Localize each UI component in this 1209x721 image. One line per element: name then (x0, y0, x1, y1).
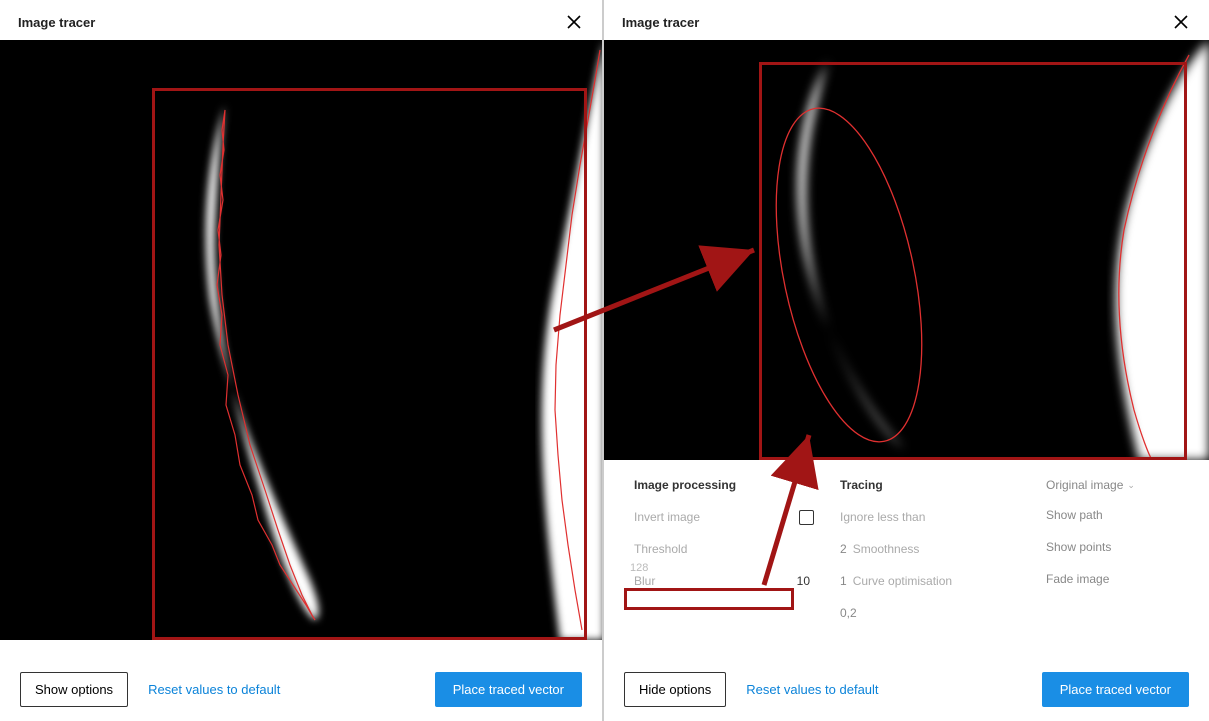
close-button-left[interactable] (564, 12, 584, 32)
show-points-label: Show points (1046, 540, 1209, 554)
col-image-processing: Image processing Invert image Threshold … (634, 478, 814, 622)
threshold-row: Threshold (634, 540, 814, 558)
invert-checkbox[interactable] (799, 510, 814, 525)
col-tracing: Tracing Ignore less than 2 Smoothness 1 … (840, 478, 1020, 622)
invert-row: Invert image (634, 508, 814, 526)
smoothness-value: 1 (840, 574, 851, 588)
curve-val-row: 0,2 (840, 604, 1020, 622)
original-image-dropdown[interactable]: Original image ⌄ (1046, 478, 1209, 492)
close-button-right[interactable] (1171, 12, 1191, 32)
fade-row: Fade image (1046, 570, 1209, 588)
show-options-button[interactable]: Show options (20, 672, 128, 707)
trace-image-right (604, 40, 1209, 460)
threshold-label: Threshold (634, 542, 814, 556)
panel-right: Image tracer Image processing (604, 0, 1209, 721)
options-region: Image processing Invert image Threshold … (604, 460, 1209, 622)
trace-image-left (0, 40, 602, 640)
curve-value: 0,2 (840, 606, 861, 620)
blur-row: 128 Blur 10 (634, 572, 814, 590)
canvas-right[interactable] (604, 40, 1209, 460)
ignore-value: 2 (840, 542, 851, 556)
panel-left: Image tracer Show options Reset values t… (0, 0, 604, 721)
canvas-left[interactable] (0, 40, 602, 640)
show-path-row: Show path (1046, 506, 1209, 524)
ignore-label: Ignore less than (840, 510, 1020, 524)
chevron-down-icon: ⌄ (1127, 480, 1135, 491)
header-left: Image tracer (0, 0, 602, 40)
image-processing-header: Image processing (634, 478, 814, 492)
title-left: Image tracer (18, 15, 95, 30)
col-display: Original image ⌄ Show path Show points F… (1046, 478, 1209, 622)
ignore-row: Ignore less than (840, 508, 1020, 526)
curve-row: 1 Curve optimisation (840, 572, 1020, 590)
show-points-row: Show points (1046, 538, 1209, 556)
place-vector-button-left[interactable]: Place traced vector (435, 672, 582, 707)
threshold-value: 128 (630, 562, 652, 574)
smoothness-label: Smoothness (853, 542, 1020, 556)
footer-right: Hide options Reset values to default Pla… (604, 658, 1209, 721)
place-vector-button-right[interactable]: Place traced vector (1042, 672, 1189, 707)
close-icon (1174, 15, 1188, 29)
smoothness-row: 2 Smoothness (840, 540, 1020, 558)
reset-link-left[interactable]: Reset values to default (148, 682, 280, 697)
blur-value[interactable]: 10 (797, 574, 814, 588)
hide-options-button[interactable]: Hide options (624, 672, 726, 707)
original-image-label: Original image (1046, 478, 1123, 492)
reset-link-right[interactable]: Reset values to default (746, 682, 878, 697)
fade-label: Fade image (1046, 572, 1209, 586)
title-right: Image tracer (622, 15, 699, 30)
invert-label: Invert image (634, 510, 799, 524)
tracing-header: Tracing (840, 478, 1020, 492)
curve-label: Curve optimisation (853, 574, 1020, 588)
close-icon (567, 15, 581, 29)
header-right: Image tracer (604, 0, 1209, 40)
footer-left: Show options Reset values to default Pla… (0, 658, 602, 721)
blur-label: Blur (634, 574, 797, 588)
show-path-label: Show path (1046, 508, 1209, 522)
